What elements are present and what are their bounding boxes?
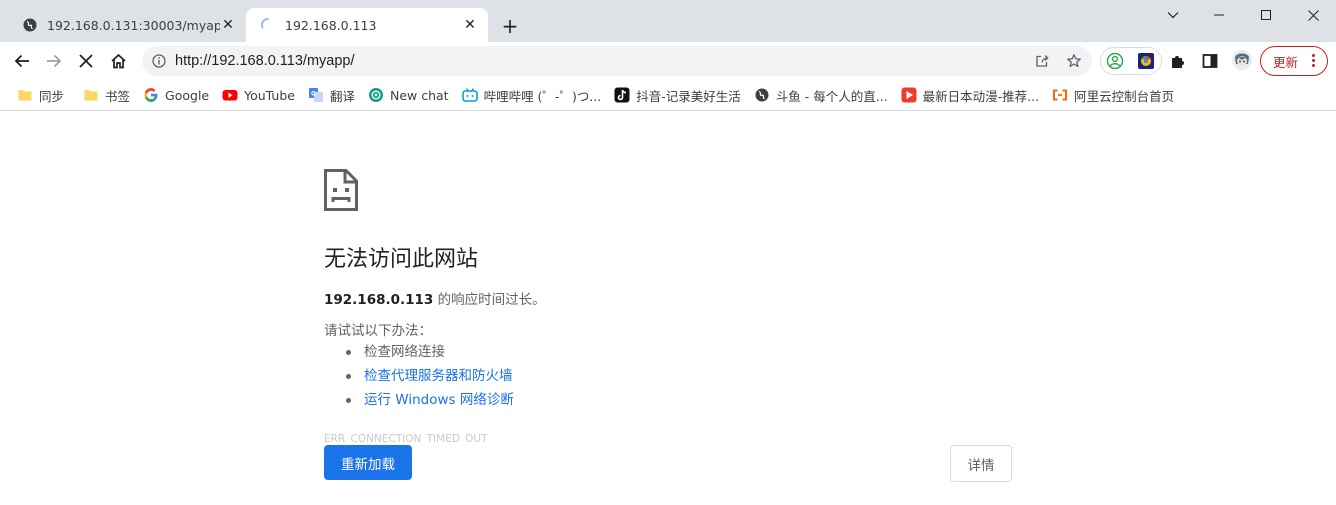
address-bar[interactable] (142, 46, 1092, 76)
error-host: 192.168.0.113 (324, 292, 434, 308)
error-code: ERR_CONNECTION_TIMED_OUT (324, 433, 488, 442)
error-description: 192.168.0.113 的响应时间过长。 (324, 288, 546, 308)
share-icon[interactable] (1034, 53, 1050, 69)
bookmark-label: 斗鱼 - 每个人的直... (775, 88, 888, 104)
error-description-text: 的响应时间过长。 (433, 292, 546, 308)
bookmark-douyu[interactable]: 斗鱼 - 每个人的直... (749, 82, 896, 108)
bookmark-label: 同步 (39, 88, 65, 104)
error-page: 无法访问此网站 192.168.0.113 的响应时间过长。 请试试以下办法： … (0, 111, 1336, 505)
close-window-icon[interactable] (1290, 0, 1336, 30)
bookmark-label: 翻译 (329, 88, 355, 104)
bookmark-label: 阿里云控制台首页 (1074, 88, 1175, 104)
bookmark-anime[interactable]: 最新日本动漫-推荐... (896, 82, 1047, 108)
update-button[interactable]: 更新 (1260, 46, 1328, 76)
bookmark-google[interactable]: Google (138, 82, 217, 108)
bookmark-label: 哔哩哔哩 (゜-゜)つ... (483, 88, 602, 104)
translate-icon: G (308, 87, 324, 103)
tab-title: 192.168.0.131:30003/myapp/ (47, 17, 220, 33)
bookmark-folder-sync[interactable]: 同步 (12, 82, 72, 108)
try-suggestions-label: 请试试以下办法： (324, 323, 432, 339)
folder-icon (83, 87, 99, 103)
bilibili-icon (461, 87, 478, 103)
sad-page-icon (324, 169, 358, 211)
suggestions-list: 检查网络连接 检查代理服务器和防火墙 运行 Windows 网络诊断 (346, 342, 514, 414)
close-tab-icon[interactable]: ✕ (220, 17, 236, 33)
bookmark-label: New chat (389, 87, 449, 103)
maximize-icon[interactable] (1243, 0, 1289, 30)
update-label: 更新 (1273, 54, 1299, 70)
bookmark-label: 书签 (105, 88, 131, 104)
bookmark-new-chat[interactable]: New chat (363, 82, 457, 108)
aliyun-icon (1052, 87, 1068, 103)
stop-loading-button[interactable] (72, 47, 100, 75)
bookmark-label: 最新日本动漫-推荐... (922, 88, 1040, 104)
play-icon (901, 87, 917, 103)
tiktok-icon (614, 87, 630, 103)
tab-search-chevron-icon[interactable] (1150, 0, 1196, 30)
suggestion-windows-diagnostics-link[interactable]: 运行 Windows 网络诊断 (346, 390, 514, 414)
openai-icon (368, 87, 384, 103)
tab-myapp-131[interactable]: 192.168.0.131:30003/myapp/ ✕ (8, 8, 246, 42)
home-button[interactable] (104, 47, 132, 75)
details-button[interactable]: 详情 (950, 445, 1012, 482)
profile-avatar[interactable] (1231, 49, 1253, 71)
suggestion-check-network: 检查网络连接 (346, 342, 514, 366)
bookmark-label: 抖音-记录美好生活 (636, 88, 741, 104)
new-tab-button[interactable]: + (498, 14, 522, 38)
globe-icon (22, 17, 38, 33)
url-input[interactable] (175, 53, 1015, 69)
bookmark-label: YouTube (244, 87, 295, 103)
extension-green-icon[interactable] (1106, 52, 1124, 70)
extension-chrome-icon[interactable] (1137, 52, 1155, 70)
google-icon (143, 87, 159, 103)
side-panel-icon[interactable] (1201, 52, 1219, 70)
reload-button[interactable]: 重新加载 (324, 445, 412, 480)
globe-icon (754, 87, 770, 103)
forward-button[interactable] (40, 47, 68, 75)
bookmark-folder-bookmarks[interactable]: 书签 (78, 82, 138, 108)
tab-strip: 192.168.0.131:30003/myapp/ ✕ 192.168.0.1… (0, 0, 1336, 42)
bookmarks-bar: 同步 书签 Google YouTube G 翻译 New chat 哔哩哔哩 … (0, 80, 1336, 111)
extensions-puzzle-icon[interactable] (1169, 52, 1187, 70)
bookmark-youtube[interactable]: YouTube (217, 82, 303, 108)
menu-dots-icon (1312, 53, 1315, 68)
back-button[interactable] (8, 47, 36, 75)
error-title: 无法访问此网站 (324, 247, 479, 272)
tab-192-168-0-113[interactable]: 192.168.0.113 ✕ (246, 8, 488, 42)
svg-text:G: G (311, 91, 316, 98)
bookmark-label: Google (165, 87, 210, 103)
bookmark-bilibili[interactable]: 哔哩哔哩 (゜-゜)つ... (457, 82, 610, 108)
bookmark-translate[interactable]: G 翻译 (303, 82, 363, 108)
bookmark-douyin[interactable]: 抖音-记录美好生活 (609, 82, 749, 108)
bookmark-aliyun[interactable]: 阿里云控制台首页 (1047, 82, 1182, 108)
loading-spinner-icon (260, 17, 276, 33)
folder-icon (17, 87, 33, 103)
minimize-icon[interactable] (1196, 0, 1242, 30)
suggestion-check-proxy-link[interactable]: 检查代理服务器和防火墙 (346, 366, 514, 390)
tab-title: 192.168.0.113 (285, 17, 377, 33)
toolbar: 更新 (0, 42, 1336, 80)
bookmark-star-icon[interactable] (1066, 53, 1082, 69)
youtube-icon (222, 87, 238, 103)
close-tab-icon[interactable]: ✕ (462, 17, 478, 33)
site-info-icon[interactable] (151, 53, 167, 69)
